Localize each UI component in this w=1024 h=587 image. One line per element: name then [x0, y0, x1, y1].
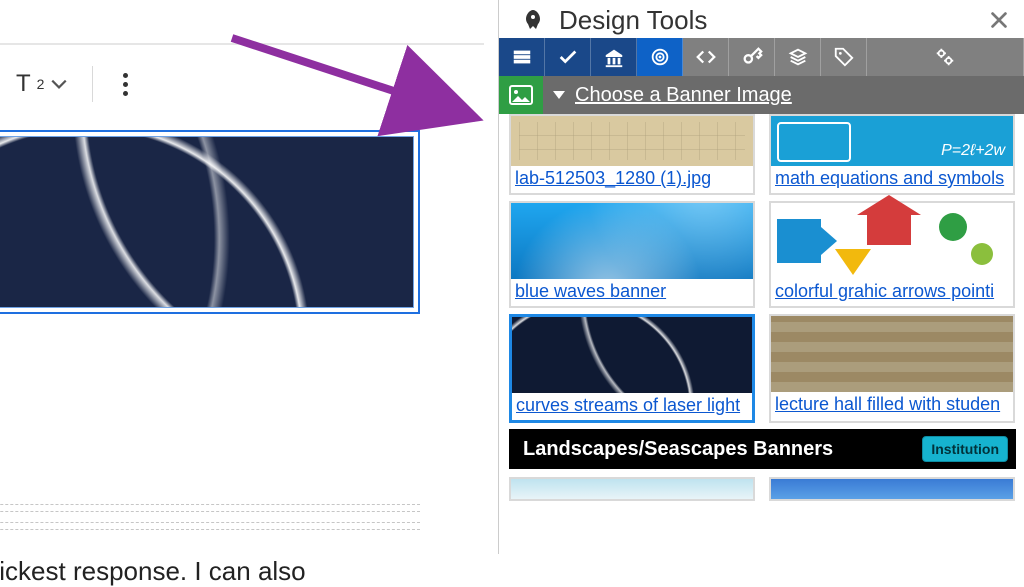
thumb-math[interactable]: P=2ℓ+2w math equations and symbols	[769, 114, 1015, 195]
tab-blocks[interactable]	[499, 38, 545, 76]
tool-tabs	[499, 38, 1024, 76]
thumb-image	[511, 116, 753, 166]
tab-check[interactable]	[545, 38, 591, 76]
layout-guide	[0, 504, 420, 512]
selected-banner-element[interactable]	[0, 130, 420, 314]
tab-tags[interactable]	[821, 38, 867, 76]
thumb-image	[771, 203, 1013, 279]
superscript-tool[interactable]: T2	[16, 70, 68, 98]
category-label: Landscapes/Seascapes Banners	[523, 438, 833, 461]
thumb-caption: math equations and symbols	[771, 166, 1013, 193]
tab-target[interactable]	[637, 38, 683, 76]
thumb-image: P=2ℓ+2w	[771, 116, 1013, 166]
thumb-image	[771, 316, 1013, 392]
image-icon	[499, 76, 543, 114]
layout-guide	[0, 522, 420, 530]
thumb-laser[interactable]: curves streams of laser light	[509, 314, 755, 423]
thumb-caption: curves streams of laser light	[512, 393, 752, 420]
tab-modules[interactable]	[775, 38, 821, 76]
rocket-icon	[521, 8, 545, 32]
design-tools-panel: Design Tools Choose a Banner Image lab-5…	[498, 0, 1024, 554]
thumb-image	[511, 479, 753, 499]
editor-area: T2 or quickest response. I can also	[0, 0, 484, 554]
thumb-lecture[interactable]: lecture hall filled with studen	[769, 314, 1015, 423]
banner-section-label[interactable]: Choose a Banner Image	[575, 84, 792, 107]
tab-code[interactable]	[683, 38, 729, 76]
thumb-landscape-1[interactable]	[509, 477, 755, 501]
thumb-image	[512, 317, 752, 393]
thumb-image	[511, 203, 753, 279]
category-bar-landscapes[interactable]: Landscapes/Seascapes Banners Institution	[509, 429, 1016, 469]
panel-title-text: Design Tools	[559, 5, 707, 36]
superscript-label: T	[16, 70, 31, 98]
more-tools-button[interactable]	[117, 67, 134, 102]
editor-toolbar: T2	[0, 45, 484, 123]
thumb-blue-waves[interactable]: blue waves banner	[509, 201, 755, 308]
banner-preview-image	[0, 136, 414, 308]
tab-settings[interactable]	[867, 38, 1024, 76]
page-body-text[interactable]: or quickest response. I can also	[0, 556, 410, 587]
thumb-caption: colorful grahic arrows pointi	[771, 279, 1013, 306]
toolbar-separator	[92, 66, 93, 102]
caret-down-icon	[553, 91, 565, 99]
thumb-arrows[interactable]: colorful grahic arrows pointi	[769, 201, 1015, 308]
thumb-image	[771, 479, 1013, 499]
thumb-landscape-2[interactable]	[769, 477, 1015, 501]
close-icon[interactable]	[988, 9, 1010, 31]
tab-institution[interactable]	[591, 38, 637, 76]
tab-key[interactable]	[729, 38, 775, 76]
editor-top-spacer	[0, 0, 484, 45]
thumb-caption: lab-512503_1280 (1).jpg	[511, 166, 753, 193]
thumb-lab[interactable]: lab-512503_1280 (1).jpg	[509, 114, 755, 195]
institution-pill: Institution	[922, 436, 1008, 462]
thumb-caption: lecture hall filled with studen	[771, 392, 1013, 419]
chevron-down-icon	[50, 75, 68, 93]
banner-section-bar[interactable]: Choose a Banner Image	[499, 76, 1024, 114]
panel-header: Design Tools	[499, 0, 1024, 38]
editor-canvas[interactable]: or quickest response. I can also	[0, 124, 430, 554]
banner-thumbnails: lab-512503_1280 (1).jpg P=2ℓ+2w math equ…	[499, 114, 1024, 501]
thumb-caption: blue waves banner	[511, 279, 753, 306]
